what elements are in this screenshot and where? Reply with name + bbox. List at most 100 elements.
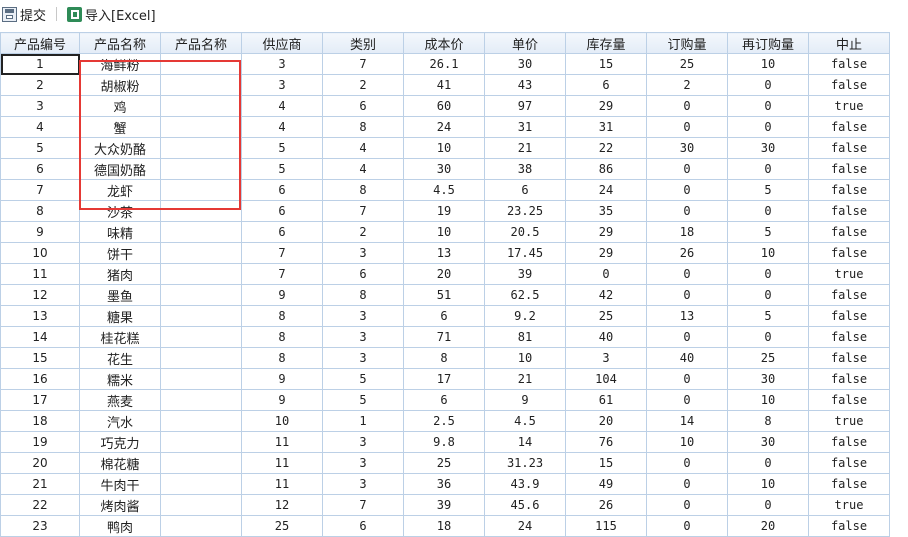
cell-discontinued[interactable]: false: [808, 473, 890, 495]
cell-product-name[interactable]: 巧克力: [79, 431, 161, 453]
cell-supplier[interactable]: 9: [241, 368, 323, 390]
cell-category[interactable]: 3: [322, 452, 404, 474]
cell-stock[interactable]: 31: [565, 116, 647, 138]
cell-category[interactable]: 4: [322, 158, 404, 180]
cell-reorder[interactable]: 10: [727, 389, 809, 411]
cell-stock[interactable]: 6: [565, 74, 647, 96]
cell-unit-price[interactable]: 31.23: [484, 452, 566, 474]
cell-ordered[interactable]: 0: [646, 326, 728, 348]
cell-unit-price[interactable]: 4.5: [484, 410, 566, 432]
cell-product-id[interactable]: 23: [0, 515, 80, 537]
cell-unit-price[interactable]: 21: [484, 368, 566, 390]
cell-unit-price[interactable]: 17.45: [484, 242, 566, 264]
cell-category[interactable]: 3: [322, 431, 404, 453]
cell-product-id[interactable]: 5: [0, 137, 80, 159]
cell-product-name[interactable]: 汽水: [79, 410, 161, 432]
cell-unit-price[interactable]: 45.6: [484, 494, 566, 516]
cell-ordered[interactable]: 0: [646, 452, 728, 474]
cell-reorder[interactable]: 20: [727, 515, 809, 537]
cell-unit-price[interactable]: 14: [484, 431, 566, 453]
cell-product-id[interactable]: 11: [0, 263, 80, 285]
cell-cost-price[interactable]: 9.8: [403, 431, 485, 453]
cell-category[interactable]: 6: [322, 263, 404, 285]
cell-product-id[interactable]: 21: [0, 473, 80, 495]
cell-discontinued[interactable]: false: [808, 116, 890, 138]
cell-ordered[interactable]: 0: [646, 263, 728, 285]
cell-discontinued[interactable]: false: [808, 326, 890, 348]
cell-product-id[interactable]: 19: [0, 431, 80, 453]
cell-cost-price[interactable]: 18: [403, 515, 485, 537]
cell-supplier[interactable]: 4: [241, 116, 323, 138]
cell-discontinued[interactable]: false: [808, 179, 890, 201]
import-excel-button[interactable]: 导入[Excel]: [65, 2, 158, 26]
column-header-supplier[interactable]: 供应商: [241, 32, 323, 54]
cell-discontinued[interactable]: false: [808, 74, 890, 96]
cell-product-name[interactable]: 海鲜粉: [79, 53, 161, 75]
cell-supplier[interactable]: 12: [241, 494, 323, 516]
cell-reorder[interactable]: 0: [727, 263, 809, 285]
cell-supplier[interactable]: 11: [241, 431, 323, 453]
cell-category[interactable]: 5: [322, 368, 404, 390]
cell-ordered[interactable]: 30: [646, 137, 728, 159]
cell-reorder[interactable]: 5: [727, 305, 809, 327]
cell-product-id[interactable]: 20: [0, 452, 80, 474]
cell-supplier[interactable]: 4: [241, 95, 323, 117]
cell-cost-price[interactable]: 30: [403, 158, 485, 180]
column-header-stock[interactable]: 库存量: [565, 32, 647, 54]
cell-ordered[interactable]: 2: [646, 74, 728, 96]
cell-cost-price[interactable]: 19: [403, 200, 485, 222]
cell-category[interactable]: 2: [322, 74, 404, 96]
cell-unit-price[interactable]: 21: [484, 137, 566, 159]
cell-cost-price[interactable]: 10: [403, 221, 485, 243]
cell-product-name[interactable]: 蟹: [79, 116, 161, 138]
cell-supplier[interactable]: 11: [241, 473, 323, 495]
cell-reorder[interactable]: 0: [727, 95, 809, 117]
cell-category[interactable]: 1: [322, 410, 404, 432]
cell-supplier[interactable]: 6: [241, 179, 323, 201]
cell-stock[interactable]: 104: [565, 368, 647, 390]
cell-supplier[interactable]: 9: [241, 284, 323, 306]
cell-product-id[interactable]: 16: [0, 368, 80, 390]
cell-reorder[interactable]: 5: [727, 221, 809, 243]
cell-discontinued[interactable]: true: [808, 263, 890, 285]
cell-category[interactable]: 5: [322, 389, 404, 411]
cell-stock[interactable]: 26: [565, 494, 647, 516]
cell-product-name-2[interactable]: [160, 284, 242, 306]
cell-ordered[interactable]: 40: [646, 347, 728, 369]
cell-product-name-2[interactable]: [160, 158, 242, 180]
cell-product-name-2[interactable]: [160, 347, 242, 369]
cell-stock[interactable]: 20: [565, 410, 647, 432]
cell-unit-price[interactable]: 20.5: [484, 221, 566, 243]
cell-product-name[interactable]: 棉花糖: [79, 452, 161, 474]
cell-category[interactable]: 3: [322, 347, 404, 369]
column-header-unit-price[interactable]: 单价: [484, 32, 566, 54]
cell-stock[interactable]: 25: [565, 305, 647, 327]
cell-category[interactable]: 7: [322, 53, 404, 75]
cell-supplier[interactable]: 8: [241, 305, 323, 327]
cell-supplier[interactable]: 6: [241, 221, 323, 243]
cell-unit-price[interactable]: 6: [484, 179, 566, 201]
cell-reorder[interactable]: 30: [727, 137, 809, 159]
cell-product-name-2[interactable]: [160, 452, 242, 474]
cell-ordered[interactable]: 0: [646, 158, 728, 180]
cell-stock[interactable]: 61: [565, 389, 647, 411]
cell-unit-price[interactable]: 38: [484, 158, 566, 180]
cell-discontinued[interactable]: false: [808, 284, 890, 306]
cell-product-id[interactable]: 10: [0, 242, 80, 264]
cell-discontinued[interactable]: false: [808, 242, 890, 264]
cell-ordered[interactable]: 0: [646, 473, 728, 495]
cell-product-name-2[interactable]: [160, 53, 242, 75]
cell-product-id[interactable]: 17: [0, 389, 80, 411]
cell-ordered[interactable]: 18: [646, 221, 728, 243]
cell-product-id[interactable]: 12: [0, 284, 80, 306]
cell-supplier[interactable]: 3: [241, 53, 323, 75]
cell-supplier[interactable]: 5: [241, 158, 323, 180]
cell-ordered[interactable]: 0: [646, 116, 728, 138]
cell-ordered[interactable]: 0: [646, 95, 728, 117]
cell-cost-price[interactable]: 10: [403, 137, 485, 159]
cell-unit-price[interactable]: 43.9: [484, 473, 566, 495]
cell-cost-price[interactable]: 51: [403, 284, 485, 306]
cell-product-id[interactable]: 7: [0, 179, 80, 201]
column-header-product-name-2[interactable]: 产品名称: [160, 32, 242, 54]
cell-reorder[interactable]: 0: [727, 158, 809, 180]
